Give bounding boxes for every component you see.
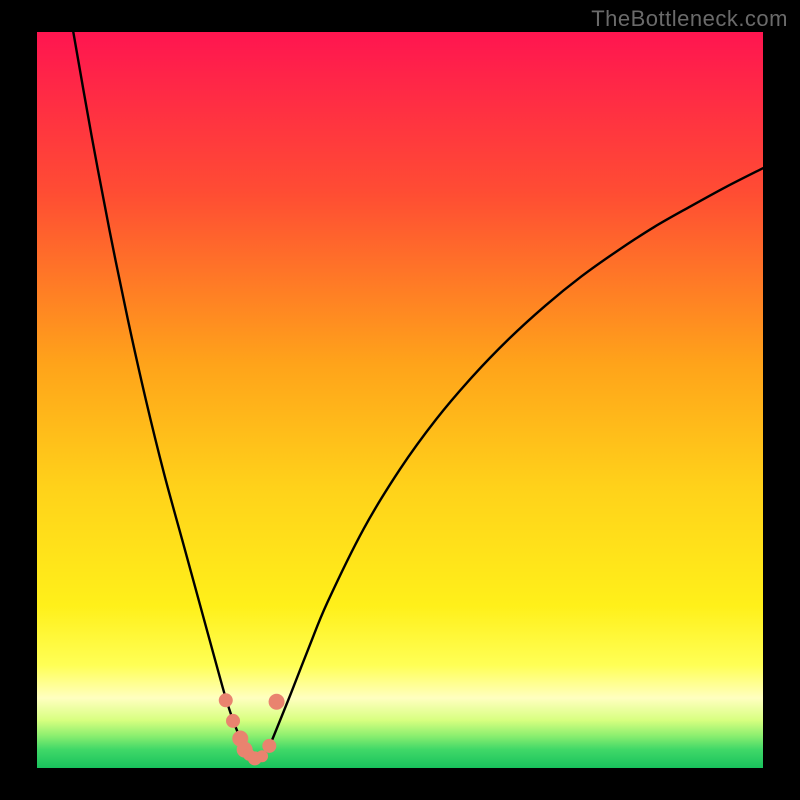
- curve-marker: [226, 714, 240, 728]
- curve-marker: [262, 739, 276, 753]
- curve-marker: [219, 693, 233, 707]
- curve-marker: [269, 694, 285, 710]
- chart-frame: { "watermark": "TheBottleneck.com", "col…: [0, 0, 800, 800]
- chart-svg: [0, 0, 800, 800]
